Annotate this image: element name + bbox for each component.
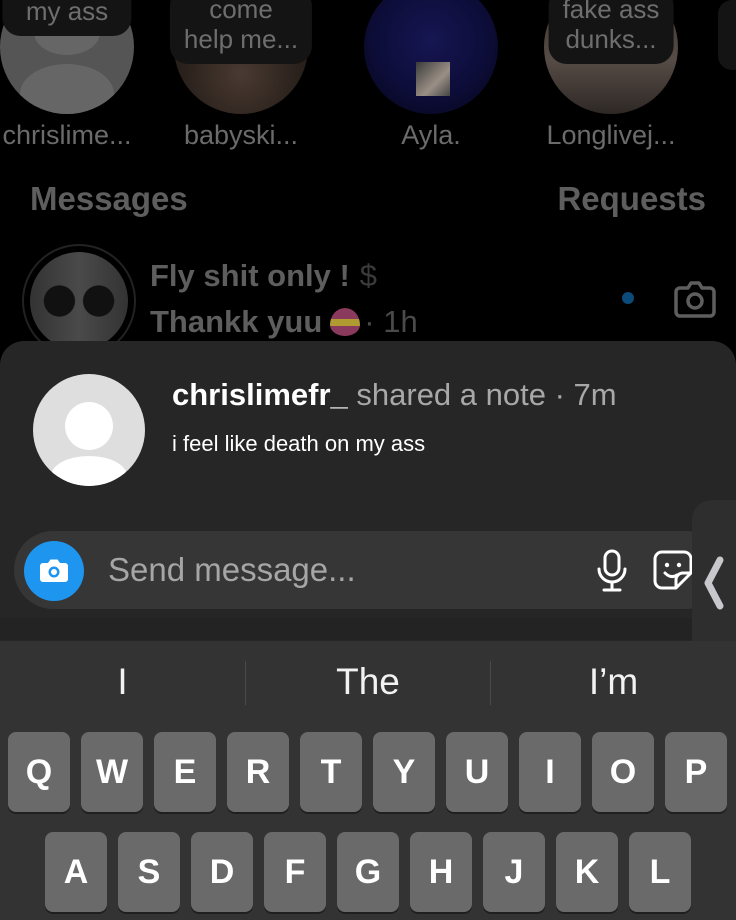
- note-header: chrislimefr_ shared a note · 7m: [172, 377, 617, 413]
- note-author-avatar[interactable]: [33, 374, 145, 486]
- note-username: babyski...: [183, 120, 299, 150]
- note-bubble-line: come: [209, 0, 273, 24]
- sheet-divider: [0, 618, 692, 640]
- key-e[interactable]: E: [154, 732, 216, 812]
- note-bubble-partial[interactable]: [718, 0, 736, 70]
- thread-time: · 1h: [364, 304, 418, 339]
- suggestion-item[interactable]: I: [0, 661, 245, 711]
- predictive-bar: I The I’m: [0, 641, 736, 725]
- note-bubble-line: dunks...: [565, 24, 657, 54]
- thread-preview: Thankk yuu · 1h: [150, 304, 418, 340]
- note-bubble[interactable]: come help me...: [169, 0, 313, 64]
- chevron-left-icon: [704, 556, 724, 610]
- key-a[interactable]: A: [45, 832, 107, 912]
- note-text: i feel like death on my ass: [172, 431, 426, 456]
- album-art: [416, 62, 450, 96]
- key-t[interactable]: T: [300, 732, 362, 812]
- sticker-icon[interactable]: [652, 549, 694, 591]
- note-author-username[interactable]: chrislimefr_: [172, 377, 348, 412]
- requests-link[interactable]: Requests: [557, 180, 706, 218]
- camera-icon: [40, 559, 68, 582]
- note-username: Ayla.: [401, 120, 461, 150]
- key-r[interactable]: R: [227, 732, 289, 812]
- key-h[interactable]: H: [410, 832, 472, 912]
- unread-dot-icon: [622, 292, 634, 304]
- key-s[interactable]: S: [118, 832, 180, 912]
- message-input[interactable]: [108, 549, 548, 591]
- key-f[interactable]: F: [264, 832, 326, 912]
- note-bubble[interactable]: death on my ass: [2, 0, 132, 36]
- note-reply-sheet: chrislimefr_ shared a note · 7m i feel l…: [0, 341, 736, 641]
- note-username: chrislime...: [2, 120, 132, 150]
- key-p[interactable]: P: [665, 732, 727, 812]
- key-w[interactable]: W: [81, 732, 143, 812]
- inbox-background: death on my ass chrislime... come help m…: [0, 0, 736, 360]
- key-k[interactable]: K: [556, 832, 618, 912]
- on-screen-keyboard: I The I’m QWERTYUIOP ASDFGHJKL: [0, 641, 736, 920]
- note-bubble-line: my ass: [25, 0, 109, 26]
- key-i[interactable]: I: [519, 732, 581, 812]
- note-avatar[interactable]: [364, 0, 498, 114]
- key-d[interactable]: D: [191, 832, 253, 912]
- suggestion-item[interactable]: The: [246, 661, 490, 711]
- thread-row[interactable]: Fly shit only ! $ Thankk yuu · 1h: [22, 244, 716, 358]
- thread-preview-text: Thankk yuu: [150, 304, 323, 339]
- note-bubble-line: help me...: [183, 24, 299, 54]
- thread-name: Fly shit only ! $: [150, 258, 377, 294]
- key-l[interactable]: L: [629, 832, 691, 912]
- suggestion-item[interactable]: I’m: [491, 661, 736, 711]
- note-bubble[interactable]: fake ass dunks...: [548, 0, 674, 64]
- thread-name-text: Fly shit only !: [150, 258, 350, 293]
- note-action-text: shared a note · 7m: [356, 377, 617, 412]
- messages-heading: Messages: [30, 180, 188, 217]
- heart-emoji-icon: [330, 308, 361, 336]
- message-composer: [14, 531, 724, 609]
- key-g[interactable]: G: [337, 832, 399, 912]
- key-o[interactable]: O: [592, 732, 654, 812]
- thread-name-suffix: $: [359, 258, 378, 293]
- camera-button[interactable]: [24, 541, 84, 601]
- camera-icon[interactable]: [674, 278, 716, 318]
- key-j[interactable]: J: [483, 832, 545, 912]
- note-username: Longlivej...: [546, 120, 676, 150]
- microphone-icon[interactable]: [594, 549, 630, 593]
- key-y[interactable]: Y: [373, 732, 435, 812]
- note-bubble-line: fake ass: [562, 0, 660, 24]
- key-u[interactable]: U: [446, 732, 508, 812]
- key-q[interactable]: Q: [8, 732, 70, 812]
